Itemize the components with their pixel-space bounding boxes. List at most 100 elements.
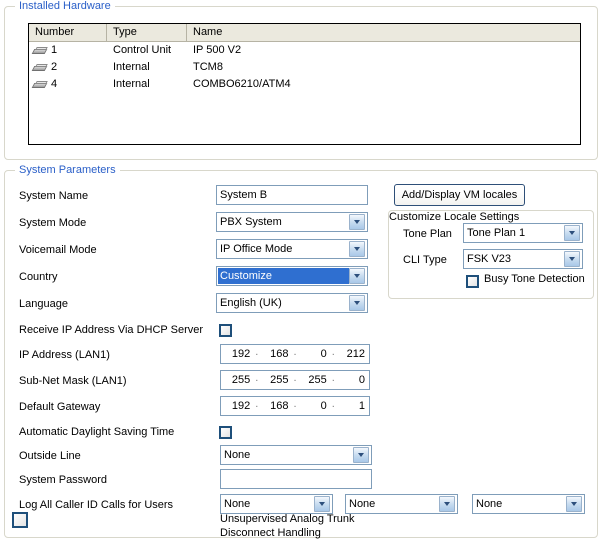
chevron-down-icon[interactable] (564, 225, 580, 241)
ip-separator: . (293, 346, 297, 358)
ip-octet-3[interactable]: 0 (298, 345, 331, 363)
ip-address-label: IP Address (LAN1) (19, 349, 110, 361)
log-caller-id-value-1: None (224, 498, 251, 510)
unsupervised-analog-trunk-line1: Unsupervised Analog Trunk (220, 513, 355, 525)
dhcp-label: Receive IP Address Via DHCP Server (19, 324, 204, 336)
outside-line-label: Outside Line (19, 450, 81, 462)
ip-separator: . (255, 372, 259, 384)
cli-type-value: FSK V23 (467, 253, 512, 265)
log-caller-id-select-1[interactable]: None (220, 494, 333, 514)
ip-separator: . (293, 372, 297, 384)
chevron-down-icon[interactable] (349, 214, 365, 230)
daylight-saving-label: Automatic Daylight Saving Time (19, 426, 175, 438)
gateway-octet-3[interactable]: 0 (298, 397, 331, 415)
chevron-down-icon[interactable] (439, 496, 455, 512)
system-mode-label: System Mode (19, 217, 87, 229)
country-label: Country (19, 271, 58, 283)
outside-line-select[interactable]: None (220, 445, 372, 465)
dhcp-checkbox[interactable] (219, 324, 232, 337)
tone-plan-label: Tone Plan (403, 228, 452, 240)
chevron-down-icon[interactable] (349, 295, 365, 311)
gateway-octet-1[interactable]: 192 (221, 397, 254, 415)
country-value: Customize (218, 268, 349, 284)
chevron-down-icon[interactable] (314, 496, 330, 512)
system-parameters-title: System Parameters (15, 164, 120, 176)
table-row[interactable]: 4 Internal COMBO6210/ATM4 (29, 76, 580, 93)
hardware-module-icon (31, 63, 48, 72)
table-row[interactable]: 1 Control Unit IP 500 V2 (29, 42, 580, 59)
log-caller-id-label: Log All Caller ID Calls for Users (19, 499, 174, 511)
subnet-mask-label: Sub-Net Mask (LAN1) (19, 375, 127, 387)
subnet-octet-1[interactable]: 255 (221, 371, 254, 389)
cli-type-select[interactable]: FSK V23 (463, 249, 583, 269)
customize-locale-settings-group: Customize Locale Settings Tone Plan Tone… (388, 210, 594, 299)
outside-line-value: None (224, 449, 251, 461)
ip-separator: . (331, 398, 335, 410)
column-header-number[interactable]: Number (29, 24, 107, 41)
default-gateway-label: Default Gateway (19, 401, 101, 413)
installed-hardware-table[interactable]: Number Type Name 1 Control Unit IP 500 V… (28, 23, 581, 145)
cli-type-label: CLI Type (403, 254, 447, 266)
log-caller-id-value-2: None (349, 498, 376, 510)
system-mode-select[interactable]: PBX System (216, 212, 368, 232)
chevron-down-icon[interactable] (349, 268, 365, 284)
country-select[interactable]: Customize (216, 266, 368, 286)
chevron-down-icon[interactable] (349, 241, 365, 257)
system-name-label: System Name (19, 190, 89, 202)
daylight-saving-checkbox[interactable] (219, 426, 232, 439)
default-gateway-input[interactable]: 192 . 168 . 0 . 1 (220, 396, 370, 416)
column-header-name[interactable]: Name (187, 24, 578, 41)
tone-plan-value: Tone Plan 1 (467, 227, 526, 239)
hardware-type-cell: Control Unit (113, 44, 172, 56)
table-row[interactable]: 2 Internal TCM8 (29, 59, 580, 76)
voicemail-mode-value: IP Office Mode (220, 243, 293, 255)
hardware-name-cell: TCM8 (193, 61, 223, 73)
chevron-down-icon[interactable] (564, 251, 580, 267)
column-header-type[interactable]: Type (107, 24, 187, 41)
table-header-row: Number Type Name (29, 24, 580, 42)
unsupervised-analog-trunk-checkbox[interactable] (12, 512, 28, 528)
system-password-label: System Password (19, 474, 108, 486)
customize-locale-settings-title: Customize Locale Settings (389, 211, 520, 223)
hardware-number-cell: 2 (29, 59, 107, 76)
ip-octet-1[interactable]: 192 (221, 345, 254, 363)
installed-hardware-title: Installed Hardware (15, 0, 115, 12)
log-caller-id-select-3[interactable]: None (472, 494, 585, 514)
chevron-down-icon[interactable] (353, 447, 369, 463)
chevron-down-icon[interactable] (566, 496, 582, 512)
ip-separator: . (331, 346, 335, 358)
voicemail-mode-select[interactable]: IP Office Mode (216, 239, 368, 259)
language-label: Language (19, 298, 68, 310)
tone-plan-select[interactable]: Tone Plan 1 (463, 223, 583, 243)
hardware-number-cell: 4 (29, 76, 107, 93)
gateway-octet-2[interactable]: 168 (259, 397, 292, 415)
unsupervised-analog-trunk-line2: Disconnect Handling (220, 527, 321, 539)
subnet-octet-3[interactable]: 255 (298, 371, 331, 389)
hardware-type-cell: Internal (113, 78, 150, 90)
add-display-vm-locales-button[interactable]: Add/Display VM locales (394, 184, 525, 206)
ip-address-input[interactable]: 192 . 168 . 0 . 212 (220, 344, 370, 364)
language-value: English (UK) (220, 297, 282, 309)
system-password-input[interactable] (220, 469, 372, 489)
hardware-module-icon (31, 46, 48, 55)
hardware-number-label: 2 (51, 61, 58, 73)
subnet-octet-4[interactable]: 0 (336, 371, 369, 389)
voicemail-mode-label: Voicemail Mode (19, 244, 97, 256)
ip-separator: . (293, 398, 297, 410)
hardware-number-cell: 1 (29, 42, 107, 59)
busy-tone-detection-label: Busy Tone Detection (484, 273, 585, 285)
hardware-name-cell: IP 500 V2 (193, 44, 242, 56)
log-caller-id-value-3: None (476, 498, 503, 510)
busy-tone-detection-checkbox[interactable] (466, 275, 479, 288)
subnet-mask-input[interactable]: 255 . 255 . 255 . 0 (220, 370, 370, 390)
language-select[interactable]: English (UK) (216, 293, 368, 313)
hardware-type-cell: Internal (113, 61, 150, 73)
log-caller-id-select-2[interactable]: None (345, 494, 458, 514)
ip-octet-2[interactable]: 168 (259, 345, 292, 363)
ip-separator: . (255, 398, 259, 410)
system-name-input[interactable]: System B (216, 185, 368, 205)
gateway-octet-4[interactable]: 1 (336, 397, 369, 415)
subnet-octet-2[interactable]: 255 (259, 371, 292, 389)
hardware-name-cell: COMBO6210/ATM4 (193, 78, 291, 90)
ip-octet-4[interactable]: 212 (336, 345, 369, 363)
